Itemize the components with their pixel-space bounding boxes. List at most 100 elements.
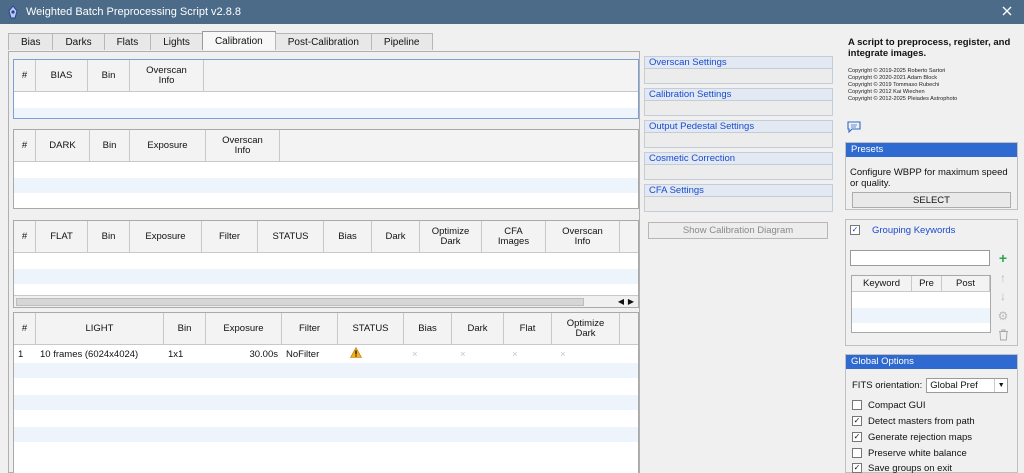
compact-gui-checkbox[interactable] <box>852 400 862 410</box>
section-header[interactable]: Output Pedestal Settings <box>644 120 833 133</box>
column-header[interactable]: STATUS <box>258 221 324 252</box>
table-row <box>14 395 638 411</box>
rejection-maps-checkbox[interactable]: ✓ <box>852 432 862 442</box>
column-header[interactable]: # <box>14 313 36 344</box>
tab-calibration[interactable]: Calibration <box>201 31 276 50</box>
tab-post-calibration[interactable]: Post-Calibration <box>274 33 372 50</box>
column-header[interactable]: # <box>14 60 36 91</box>
column-header[interactable]: Optimize Dark <box>420 221 482 252</box>
dark-table[interactable]: # DARK Bin Exposure Overscan Info <box>13 129 639 209</box>
column-header[interactable]: Bin <box>90 130 130 161</box>
preserve-white-balance-checkbox[interactable] <box>852 448 862 458</box>
show-calibration-diagram-button[interactable]: Show Calibration Diagram <box>648 222 828 239</box>
table-row <box>14 253 638 269</box>
column-header[interactable]: Dark <box>372 221 420 252</box>
grouping-keywords-checkbox[interactable]: ✓ <box>850 225 860 235</box>
option-row[interactable]: ✓ Generate rejection maps <box>852 430 972 444</box>
column-header[interactable]: CFA Images <box>482 221 546 252</box>
column-header[interactable]: Bias <box>324 221 372 252</box>
select-preset-button[interactable]: SELECT <box>852 192 1011 208</box>
column-header[interactable]: LIGHT <box>36 313 164 344</box>
column-header[interactable]: Dark <box>452 313 504 344</box>
flat-table[interactable]: # FLAT Bin Exposure Filter STATUS Bias D… <box>13 220 639 308</box>
copyright-line: Copyright © 2019-2025 Roberto Sartori <box>848 68 946 74</box>
column-header[interactable]: FLAT <box>36 221 88 252</box>
column-header[interactable]: Bin <box>88 221 130 252</box>
tab-lights[interactable]: Lights <box>150 33 203 50</box>
table-rows <box>852 292 990 324</box>
detect-masters-checkbox[interactable]: ✓ <box>852 416 862 426</box>
scroll-right-icon[interactable]: ▶ <box>628 297 634 306</box>
light-table[interactable]: # LIGHT Bin Exposure Filter STATUS Bias … <box>13 312 639 473</box>
column-header[interactable]: Bin <box>164 313 206 344</box>
option-label: Preserve white balance <box>868 447 967 459</box>
section-header[interactable]: Overscan Settings <box>644 56 833 69</box>
table-row <box>14 411 638 427</box>
save-groups-checkbox[interactable]: ✓ <box>852 463 862 473</box>
column-header[interactable]: Overscan Info <box>546 221 620 252</box>
column-header[interactable]: Overscan Info <box>206 130 280 161</box>
option-row[interactable]: ✓ Detect masters from path <box>852 414 975 428</box>
gear-icon[interactable]: ⚙ <box>996 309 1010 323</box>
section-header[interactable]: Calibration Settings <box>644 88 833 101</box>
chevron-down-icon: ▼ <box>994 378 1007 392</box>
column-header[interactable]: Bias <box>404 313 452 344</box>
column-header[interactable]: Exposure <box>130 221 202 252</box>
horizontal-scrollbar[interactable]: ◀ ▶ <box>14 295 638 307</box>
column-header[interactable]: BIAS <box>36 60 88 91</box>
option-row[interactable]: Preserve white balance <box>852 446 967 460</box>
chat-icon[interactable] <box>847 121 861 133</box>
table-row <box>14 92 638 108</box>
column-header[interactable]: # <box>14 221 36 252</box>
delete-icon[interactable] <box>996 328 1010 342</box>
table-rows <box>14 92 638 118</box>
keyword-input[interactable] <box>850 250 990 266</box>
move-up-icon[interactable]: ↑ <box>996 271 1010 285</box>
table-row[interactable]: 1 10 frames (6024x4024) 1x1 30.00s NoFil… <box>14 345 638 363</box>
light-name: 10 frames (6024x4024) <box>40 348 139 360</box>
output-pedestal-section[interactable]: Output Pedestal Settings <box>644 120 833 149</box>
cosmetic-correction-section[interactable]: Cosmetic Correction <box>644 152 833 181</box>
column-header[interactable]: Pre <box>912 276 942 291</box>
bias-table[interactable]: # BIAS Bin Overscan Info <box>13 59 639 119</box>
calibration-settings-section[interactable]: Calibration Settings <box>644 88 833 117</box>
scrollbar-thumb[interactable] <box>16 298 584 306</box>
flat-unmatched-icon: × <box>512 348 518 360</box>
cfa-settings-section[interactable]: CFA Settings <box>644 184 833 213</box>
copyright-line: Copyright © 2019 Tommaso Rubechi <box>848 82 940 88</box>
column-header[interactable]: Post <box>942 276 990 291</box>
section-header[interactable]: CFA Settings <box>644 184 833 197</box>
light-bin: 1x1 <box>168 348 184 360</box>
table-header: # LIGHT Bin Exposure Filter STATUS Bias … <box>14 313 638 345</box>
tab-flats[interactable]: Flats <box>103 33 152 50</box>
column-header[interactable]: Bin <box>88 60 130 91</box>
option-row[interactable]: ✓ Save groups on exit <box>852 461 952 473</box>
add-keyword-icon[interactable]: + <box>996 250 1010 266</box>
column-header[interactable]: # <box>14 130 36 161</box>
move-down-icon[interactable]: ↓ <box>996 289 1010 303</box>
column-header[interactable]: Exposure <box>130 130 206 161</box>
tab-bias[interactable]: Bias <box>8 33 54 50</box>
column-header[interactable]: Flat <box>504 313 552 344</box>
section-header[interactable]: Cosmetic Correction <box>644 152 833 165</box>
column-header[interactable]: Filter <box>282 313 338 344</box>
tab-bar: Bias Darks Flats Lights Calibration Post… <box>8 31 433 51</box>
fits-orientation-select[interactable]: Global Pref ▼ <box>926 377 1009 393</box>
table-header: # BIAS Bin Overscan Info <box>14 60 638 92</box>
column-header[interactable]: DARK <box>36 130 90 161</box>
scroll-left-icon[interactable]: ◀ <box>618 297 624 306</box>
tab-pipeline[interactable]: Pipeline <box>370 33 433 50</box>
tab-darks[interactable]: Darks <box>52 33 105 50</box>
column-header[interactable]: Optimize Dark <box>552 313 620 344</box>
column-header[interactable]: Exposure <box>206 313 282 344</box>
column-header[interactable]: Keyword <box>852 276 912 291</box>
column-header[interactable]: Overscan Info <box>130 60 204 91</box>
overscan-settings-section[interactable]: Overscan Settings <box>644 56 833 85</box>
column-header[interactable]: STATUS <box>338 313 404 344</box>
keywords-table[interactable]: Keyword Pre Post <box>851 275 991 333</box>
optimize-unmatched-icon: × <box>560 348 566 360</box>
close-icon[interactable] <box>1000 4 1014 18</box>
column-header[interactable]: Filter <box>202 221 258 252</box>
option-row[interactable]: Compact GUI <box>852 398 926 412</box>
grouping-keywords-group: ✓ Grouping Keywords Keyword Pre Post + ↑… <box>845 219 1018 346</box>
